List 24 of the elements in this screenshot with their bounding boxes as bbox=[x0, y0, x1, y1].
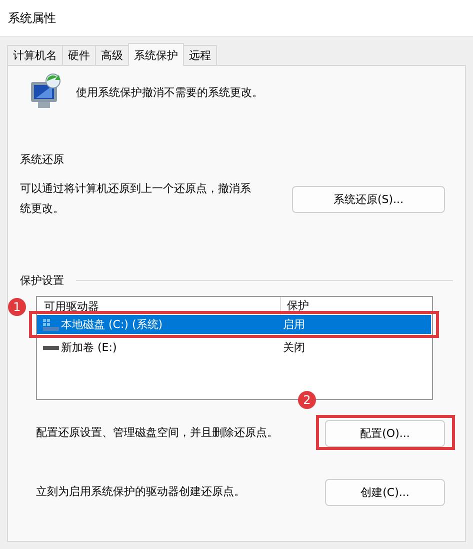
column-header: 保护 bbox=[286, 298, 309, 314]
create-description: 立刻为启用系统保护的驱动器创建还原点。 bbox=[36, 484, 245, 499]
protection-status: 启用 bbox=[283, 317, 305, 332]
window-title: 系统属性 bbox=[8, 10, 56, 26]
section-heading: 保护设置 bbox=[20, 273, 64, 288]
restore-description: 可以通过将计算机还原到上一个还原点，撤消系统更改。 bbox=[20, 181, 252, 217]
windows-drive-icon bbox=[43, 318, 59, 330]
drive-name: 新加卷 (E:) bbox=[60, 340, 118, 355]
configure-button[interactable]: 配置(O)... bbox=[325, 420, 445, 447]
system-restore-button[interactable]: 系统还原(S)... bbox=[292, 186, 445, 212]
drive-icon bbox=[43, 346, 59, 350]
create-button[interactable]: 创建(C)... bbox=[325, 479, 445, 506]
tab[interactable]: 远程 bbox=[183, 45, 217, 65]
callout-badge: 1 bbox=[8, 298, 26, 316]
drive-name: 本地磁盘 (C:) (系统) bbox=[60, 317, 164, 332]
section-heading: 系统还原 bbox=[20, 152, 64, 167]
drive-row[interactable]: 本地磁盘 (C:) (系统) 启用 bbox=[37, 315, 431, 334]
callout-badge: 2 bbox=[298, 391, 316, 409]
protection-status: 关闭 bbox=[283, 340, 305, 355]
tab[interactable]: 计算机名 bbox=[7, 45, 63, 65]
drive-row[interactable]: 新加卷 (E:) 关闭 bbox=[37, 338, 431, 357]
tab[interactable]: 系统保护 bbox=[128, 43, 184, 66]
configure-description: 配置还原设置、管理磁盘空间，并且删除还原点。 bbox=[36, 425, 278, 440]
intro-text: 使用系统保护撤消不需要的系统更改。 bbox=[76, 84, 263, 100]
